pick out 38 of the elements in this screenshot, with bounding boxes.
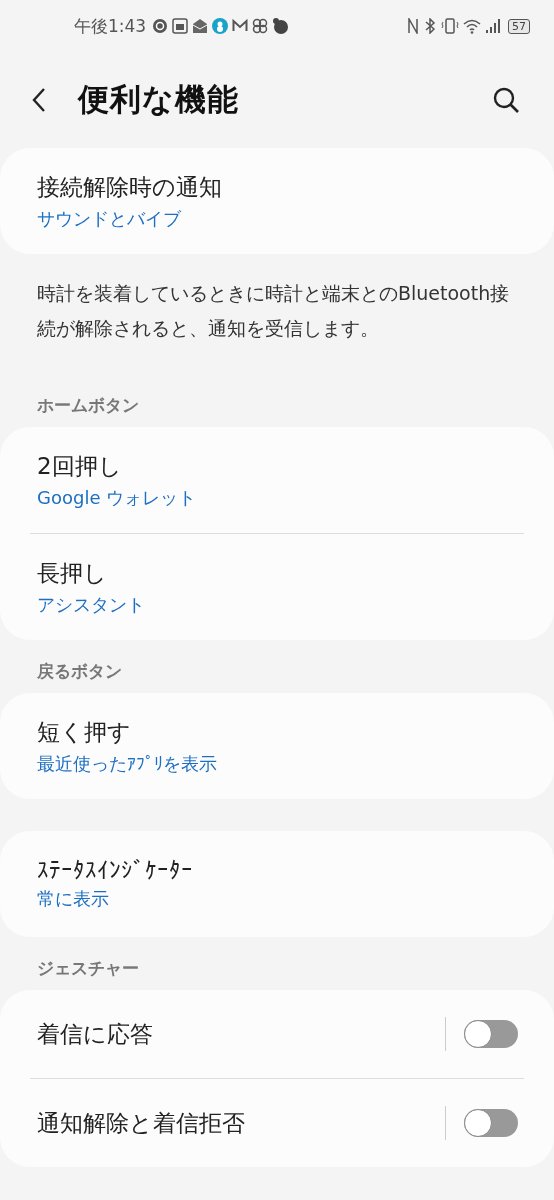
record-icon xyxy=(152,18,169,34)
section-heading: 戻るボタン xyxy=(36,660,123,683)
item-value: サウンドとバイブ xyxy=(37,206,182,231)
settings-item[interactable]: 長押し アシスタント xyxy=(0,534,554,640)
signal-icon xyxy=(485,18,501,34)
mail-icon xyxy=(232,18,249,34)
search-icon xyxy=(492,86,520,114)
item-value: 最近使ったｱﾌﾟﾘを表示 xyxy=(37,751,217,776)
section-heading: ホームボタン xyxy=(36,394,140,417)
bluetooth-icon xyxy=(423,18,437,34)
item-title: 着信に応答 xyxy=(37,1019,154,1049)
description-text: 時計を装着しているときに時計と端末とのBluetooth接続が解除されると、通知を受信します。 xyxy=(37,281,511,341)
item-value: 常に表示 xyxy=(37,887,110,911)
battery-indicator: 57 xyxy=(508,18,530,34)
item-title: 通知解除と着信拒否 xyxy=(37,1108,246,1138)
settings-item[interactable]: 短く押す 最近使ったｱﾌﾟﾘを表示 xyxy=(0,693,554,799)
item-value: アシスタント xyxy=(37,592,145,617)
item-title: 長押し xyxy=(37,558,108,588)
envelope-icon xyxy=(192,18,209,34)
item-value: Google ウォレット xyxy=(37,485,197,510)
item-title: 2回押し xyxy=(37,451,123,481)
vibrate-icon xyxy=(441,18,459,34)
page-title: 便利な機能 xyxy=(78,80,240,119)
toggle-switch[interactable] xyxy=(464,1109,518,1137)
settings-item[interactable]: 2回押し Google ウォレット xyxy=(0,427,554,533)
settings-item[interactable]: ｽﾃｰﾀｽｲﾝｼﾞｹｰﾀｰ 常に表示 xyxy=(0,831,554,937)
app-icon xyxy=(212,18,229,34)
wifi-icon xyxy=(463,18,481,34)
toggle-switch[interactable] xyxy=(464,1020,518,1048)
calendar-icon xyxy=(172,18,189,34)
item-title: 接続解除時の通知 xyxy=(37,172,222,202)
item-title: ｽﾃｰﾀｽｲﾝｼﾞｹｰﾀｰ xyxy=(37,857,193,883)
back-icon xyxy=(32,87,46,113)
status-time: 午後1:43 xyxy=(74,14,147,38)
settings-item[interactable]: 接続解除時の通知 サウンドとバイブ xyxy=(0,148,554,254)
item-title: 短く押す xyxy=(37,717,132,747)
section-heading: ジェスチャー xyxy=(36,957,140,980)
nfc-icon xyxy=(407,18,419,34)
